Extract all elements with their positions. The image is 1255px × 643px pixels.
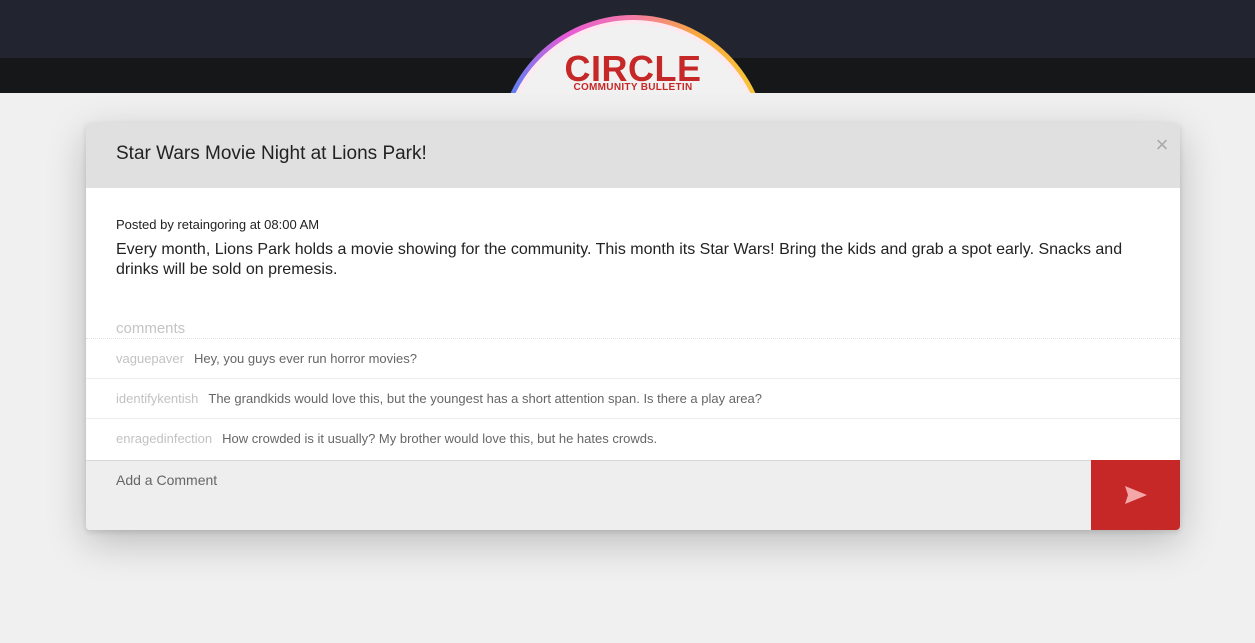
post-meta: Posted by retaingoring at 08:00 AM — [116, 217, 320, 232]
send-button[interactable] — [1091, 460, 1180, 530]
post-body: Every month, Lions Park holds a movie sh… — [116, 241, 1123, 278]
comments-list: vaguepaver Hey, you guys ever run horror… — [86, 338, 1180, 458]
modal-header: Star Wars Movie Night at Lions Park! × — [86, 123, 1180, 188]
app-logo[interactable]: CIRCLE COMMUNITY BULLETIN — [498, 15, 768, 93]
post-title: Star Wars Movie Night at Lions Park! — [116, 143, 427, 164]
comment-text: How crowded is it usually? My brother wo… — [222, 431, 658, 446]
close-icon: × — [1155, 132, 1169, 157]
send-icon — [1124, 486, 1147, 504]
close-button[interactable]: × — [1154, 132, 1170, 157]
comment-item: vaguepaver Hey, you guys ever run horror… — [86, 338, 1180, 378]
comments-heading: comments — [116, 320, 186, 337]
comment-username[interactable]: identifykentish — [116, 391, 198, 406]
comment-username[interactable]: enragedinfection — [116, 431, 212, 446]
comment-input[interactable] — [86, 461, 1091, 530]
comment-item: identifykentish The grandkids would love… — [86, 378, 1180, 418]
comment-compose — [86, 460, 1091, 530]
comment-text: The grandkids would love this, but the y… — [208, 391, 762, 406]
comment-text: Hey, you guys ever run horror movies? — [193, 351, 417, 366]
post-modal: Star Wars Movie Night at Lions Park! × P… — [86, 123, 1180, 530]
comment-username[interactable]: vaguepaver — [116, 351, 184, 366]
logo-subtitle: COMMUNITY BULLETIN — [573, 82, 693, 93]
comment-item: enragedinfection How crowded is it usual… — [86, 418, 1180, 458]
